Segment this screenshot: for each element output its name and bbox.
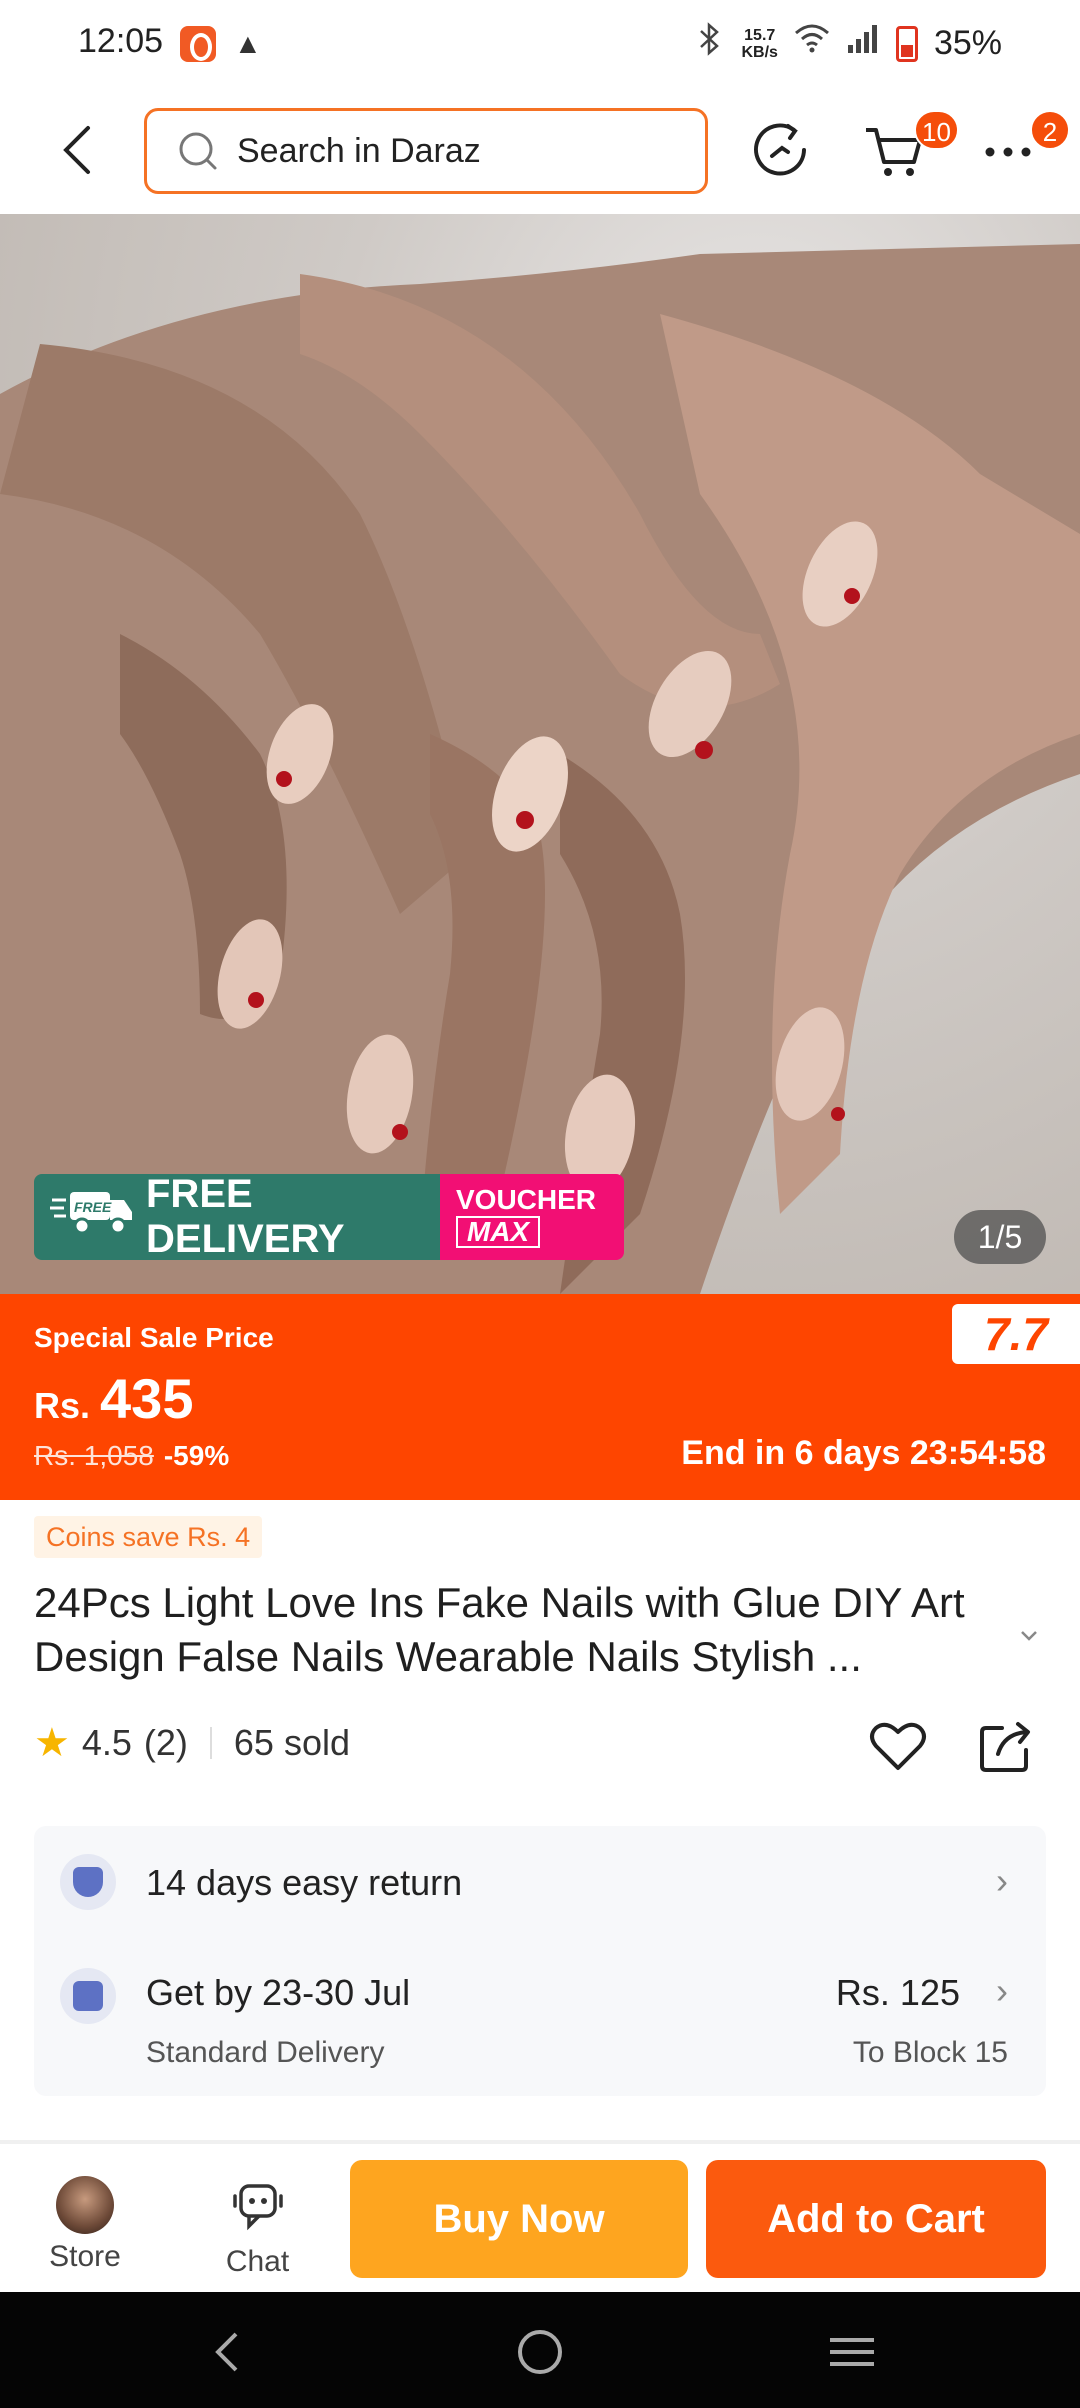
history-button[interactable] (748, 118, 812, 182)
search-placeholder: Search in Daraz (237, 131, 481, 170)
star-icon: ★ (34, 1721, 70, 1765)
net-speed-value: 15.7 (744, 26, 776, 44)
discount-percent: -59% (163, 1440, 230, 1471)
price-band: Special Sale Price Rs. 435 Rs. 1,058 -59% … (0, 1294, 1080, 1500)
section-divider (0, 2140, 1080, 2144)
return-policy-text: 14 days easy return (146, 1862, 463, 1903)
delivery-date: Get by 23-30 Jul (146, 1972, 411, 2013)
image-counter: 1/5 (954, 1210, 1046, 1264)
product-title: 24Pcs Light Love Ins Fake Nails with Glu… (34, 1579, 965, 1680)
store-avatar (56, 2176, 114, 2234)
coins-save-badge[interactable]: Coins save Rs. 4 (34, 1516, 263, 1558)
price-currency: Rs. (34, 1385, 91, 1426)
wifi-icon (794, 23, 830, 64)
chat-label: Chat (225, 2245, 290, 2278)
chat-bot-icon (232, 2184, 283, 2231)
nav-home-icon (518, 2330, 562, 2374)
delivery-type: Standard Delivery (146, 2036, 385, 2069)
status-indicators: 15.7 KB/s 35% (695, 22, 1002, 65)
expand-title-button[interactable] (1014, 1620, 1044, 1650)
battery-level: 35% (933, 24, 1002, 62)
store-button[interactable]: Store (30, 2176, 140, 2276)
review-count: (2) (143, 1722, 188, 1763)
current-price: Rs. 435 (34, 1366, 193, 1431)
return-policy-row[interactable]: 14 days easy return › (60, 1854, 1020, 1910)
divider (209, 1727, 212, 1759)
sale-countdown: End in 6 days 23:54:58 (681, 1434, 1046, 1472)
search-icon (179, 132, 217, 170)
warning-icon: ▲ (234, 28, 262, 59)
voucher-max-section: VOUCHER MAX (440, 1174, 624, 1260)
signal-icon (846, 23, 880, 64)
free-tag: FREE (74, 1199, 112, 1215)
history-icon (754, 123, 806, 176)
free-delivery-banner: FREE FREE DELIVERY VOUCHER MAX (34, 1174, 624, 1260)
delivery-truck-icon: FREE (50, 1186, 134, 1248)
campaign-logo: 7.7 (952, 1304, 1080, 1364)
back-arrow-icon (63, 126, 90, 174)
back-button[interactable] (50, 120, 110, 180)
rating-value: 4.5 (81, 1722, 132, 1763)
price-amount: 435 (100, 1367, 194, 1430)
bottom-action-bar: Store Chat Buy Now Add to Cart (0, 2146, 1080, 2292)
share-icon (980, 1722, 1030, 1772)
cart-count-badge: 10 (914, 110, 959, 150)
chevron-right-icon: › (996, 1860, 1008, 1901)
delivery-row[interactable]: Get by 23-30 Jul Standard Delivery Rs. 1… (60, 1964, 1020, 2074)
service-card: 14 days easy return › Get by 23-30 Jul S… (34, 1826, 1046, 2096)
rating-row[interactable]: ★ 4.5 (2) 65 sold (34, 1720, 350, 1766)
system-home-button[interactable] (510, 2322, 570, 2382)
wishlist-button[interactable] (866, 1714, 930, 1778)
voucher-max-label: MAX (456, 1216, 540, 1248)
product-image-gallery[interactable]: FREE FREE DELIVERY VOUCHER MAX 1/5 (0, 214, 1080, 1294)
daraz-app-icon (180, 26, 216, 62)
search-input[interactable]: Search in Daraz (144, 108, 708, 194)
buy-now-button[interactable]: Buy Now (350, 2160, 688, 2278)
system-back-button[interactable] (198, 2322, 258, 2382)
share-button[interactable] (976, 1714, 1036, 1778)
package-icon (60, 1968, 116, 2024)
heart-icon (870, 1722, 926, 1770)
nav-menu-icon (830, 2338, 874, 2366)
free-delivery-label: FREE DELIVERY (146, 1174, 345, 1260)
sale-label: Special Sale Price (34, 1322, 274, 1353)
system-nav-bar (0, 2292, 1080, 2408)
voucher-label: VOUCHER (456, 1184, 597, 1215)
delivery-destination: To Block 15 (852, 2036, 1008, 2069)
sold-count: 65 sold (233, 1722, 350, 1763)
free-delivery-section: FREE FREE DELIVERY (34, 1174, 440, 1260)
bluetooth-icon (695, 22, 725, 65)
nav-back-icon (215, 2332, 238, 2372)
more-count-badge: 2 (1030, 110, 1070, 150)
net-speed: 15.7 KB/s (741, 27, 777, 61)
delivery-fee: Rs. 125 (835, 1972, 960, 2013)
shield-check-icon (60, 1854, 116, 1910)
chevron-right-icon: › (996, 1970, 1008, 2011)
add-to-cart-button[interactable]: Add to Cart (706, 2160, 1046, 2278)
net-speed-unit: KB/s (741, 43, 778, 61)
chevron-down-icon (1021, 1631, 1037, 1641)
product-photo (0, 244, 1080, 1294)
battery-icon (895, 25, 918, 62)
original-price: Rs. 1,058 -59% (34, 1440, 229, 1472)
chat-button[interactable]: Chat (200, 2176, 315, 2278)
system-recents-button[interactable] (822, 2322, 882, 2382)
top-nav: Search in Daraz 10 2 (0, 90, 1080, 214)
store-label: Store (49, 2240, 121, 2273)
original-price-value: Rs. 1,058 (34, 1440, 154, 1471)
status-bar: 12:05 ▲ 15.7 KB/s 35% (0, 0, 1080, 90)
status-time: 12:05 (78, 22, 164, 60)
